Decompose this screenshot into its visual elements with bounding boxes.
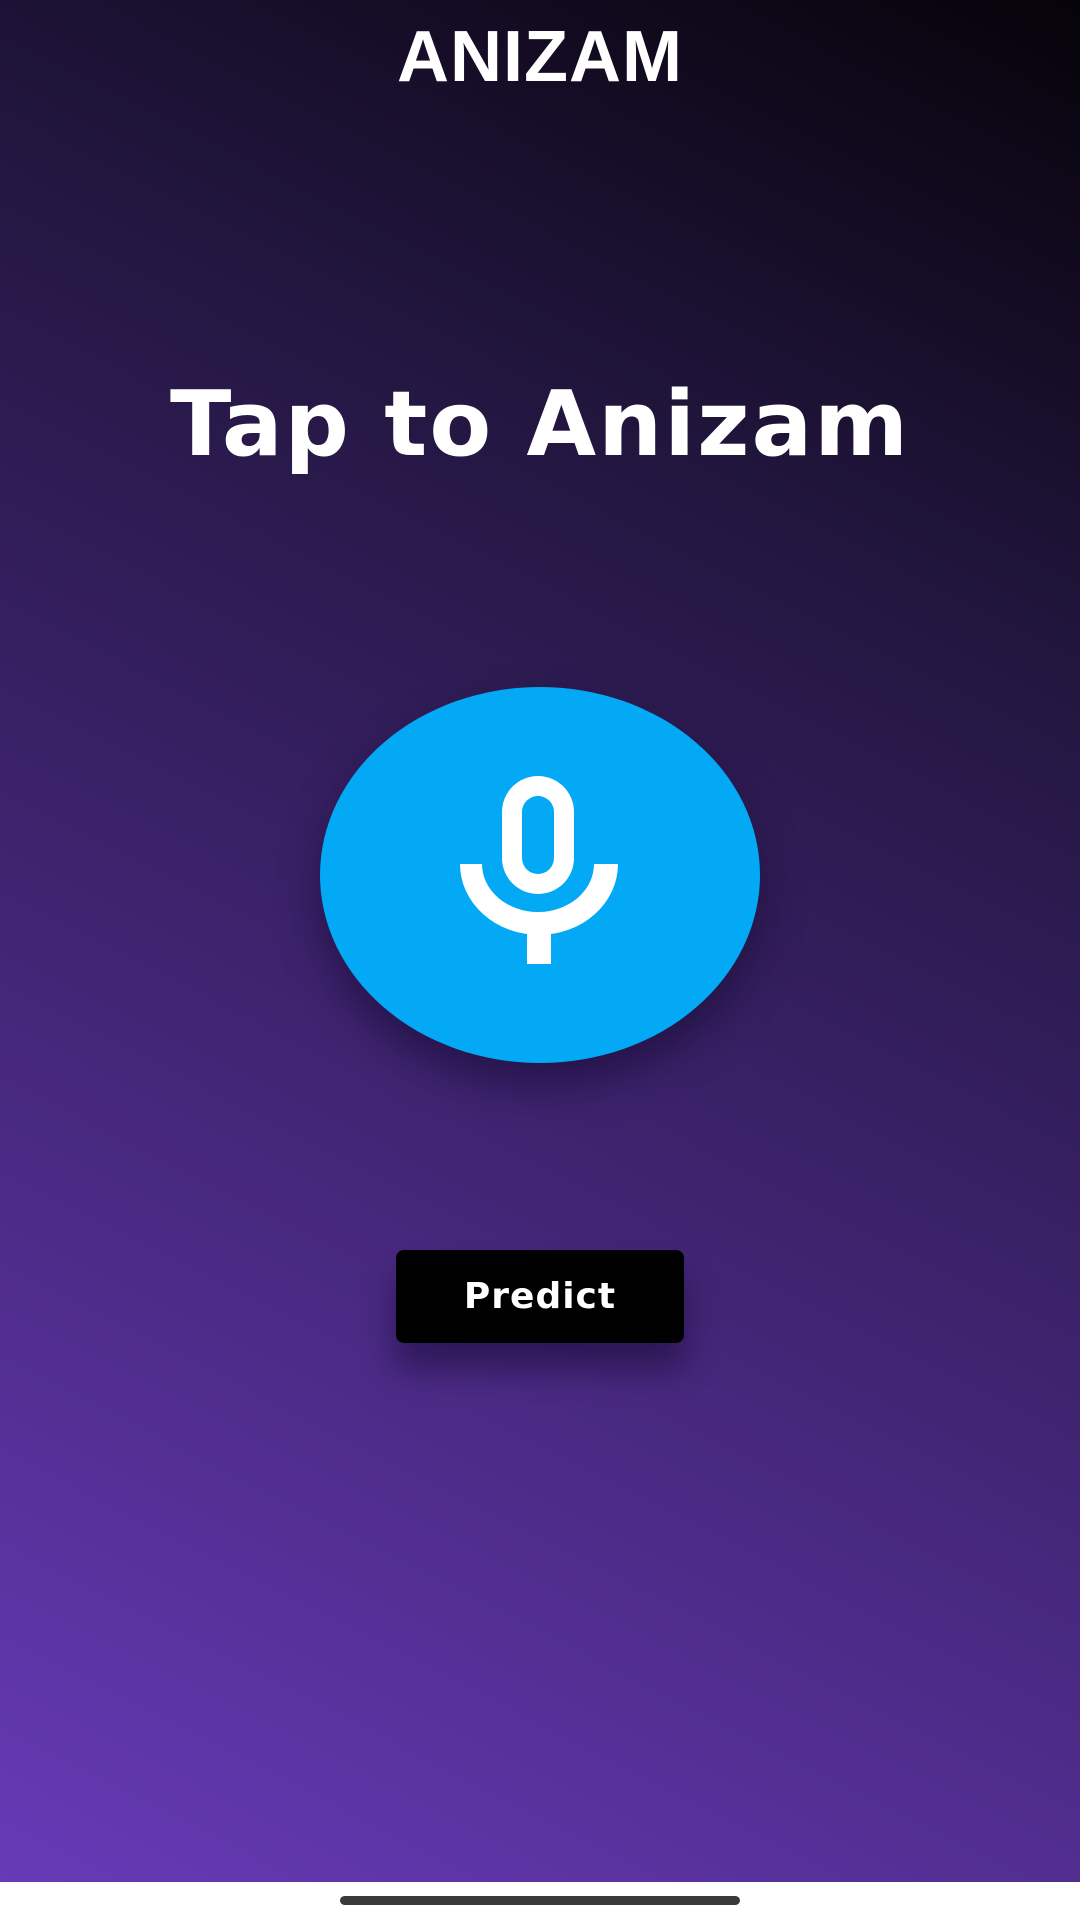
app-title: ANIZAM: [397, 17, 683, 97]
home-indicator[interactable]: [340, 1896, 740, 1905]
app-screen: ANIZAM Tap to Anizam Predict: [0, 0, 1080, 1882]
tap-instruction-heading: Tap to Anizam: [170, 372, 910, 477]
microphone-icon: [460, 776, 618, 964]
predict-button[interactable]: Predict: [396, 1250, 684, 1343]
